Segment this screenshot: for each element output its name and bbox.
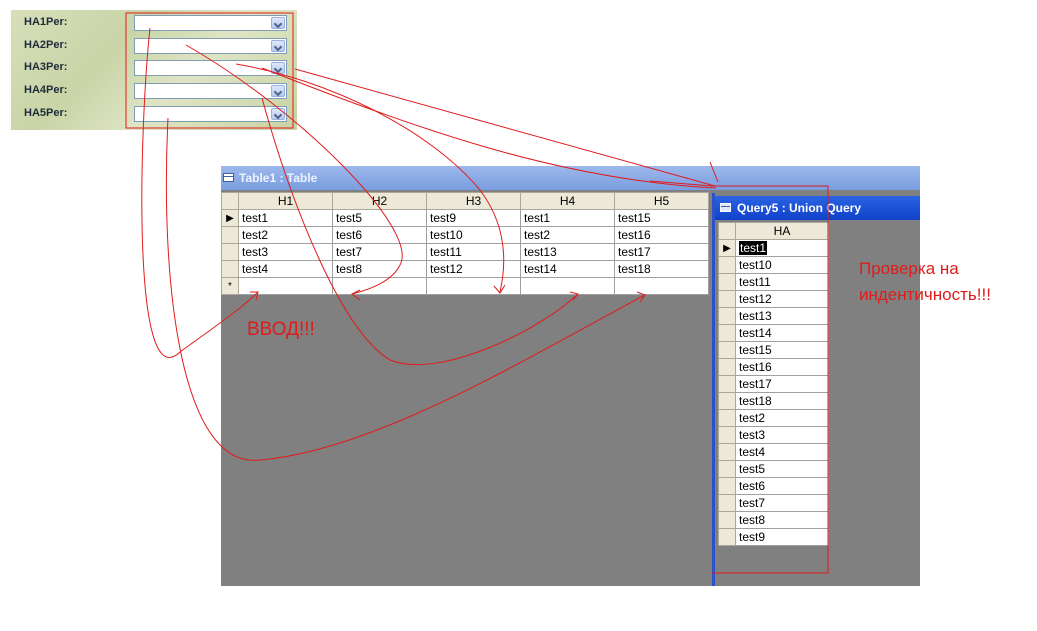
annotation-line [261, 67, 717, 189]
annotation-arrows [125, 12, 829, 574]
annotation-arrow [235, 63, 505, 293]
annotation-arrow [141, 27, 259, 358]
annotation-arrow [185, 44, 403, 295]
annotation-box-query [712, 185, 829, 574]
annotation-arrow [261, 97, 579, 365]
annotation-line [709, 161, 719, 183]
annotation-line [294, 68, 716, 187]
